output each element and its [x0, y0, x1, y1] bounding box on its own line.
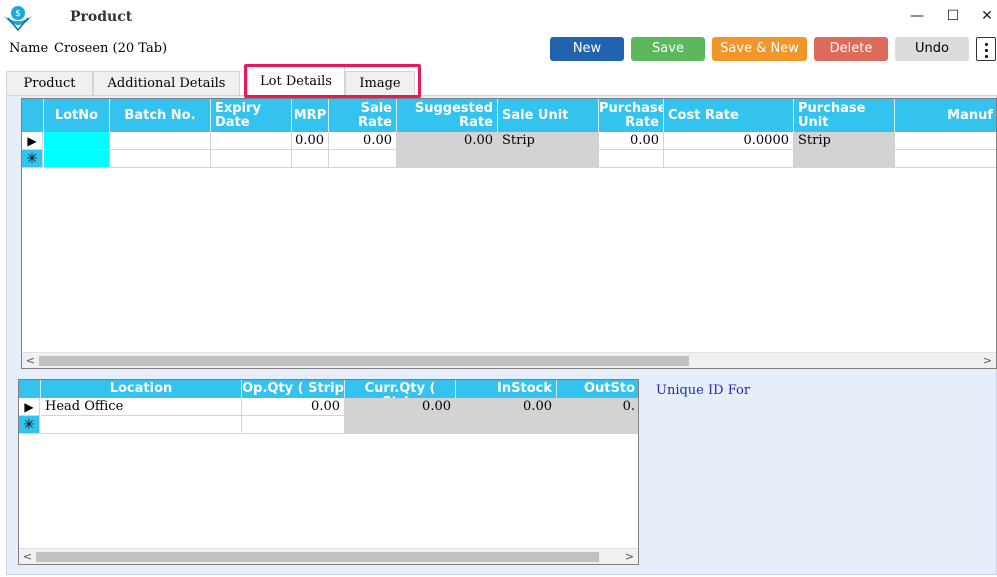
location-stock-grid[interactable]: Location Op.Qty ( Strip Curr.Qty ( Strip… — [18, 379, 639, 565]
row-header-corner — [19, 380, 41, 398]
cell-purchase-rate[interactable]: 0.00 — [599, 132, 664, 150]
new-cell-cost-rate[interactable] — [664, 150, 794, 168]
more-dot-icon — [984, 49, 988, 52]
tab-image[interactable]: Image — [345, 71, 415, 95]
col-expiry-date[interactable]: Expiry Date — [211, 99, 292, 132]
col-curr-qty[interactable]: Curr.Qty ( Strip — [345, 380, 456, 398]
new-cell-mrp[interactable] — [292, 150, 329, 168]
cell-suggested-rate: 0.00 — [397, 132, 498, 150]
col-op-qty[interactable]: Op.Qty ( Strip — [242, 380, 345, 398]
col-sale-unit[interactable]: Sale Unit — [498, 99, 599, 132]
window-title: Product — [70, 9, 133, 25]
new-cell-suggested-rate — [397, 150, 498, 168]
new-button[interactable]: New — [550, 37, 624, 61]
cell-instock: 0.00 — [456, 398, 557, 416]
cell-cost-rate[interactable]: 0.0000 — [664, 132, 794, 150]
new-row-marker-icon[interactable]: ✳ — [19, 416, 40, 434]
col-mrp[interactable]: MRP — [292, 99, 329, 132]
new-cell-purchase-rate[interactable] — [599, 150, 664, 168]
scroll-right-icon[interactable]: > — [979, 353, 996, 368]
col-purchase-unit[interactable]: Purchase Unit — [794, 99, 895, 132]
col-purchase-rate[interactable]: Purchase Rate — [599, 99, 664, 132]
scrollbar-thumb[interactable] — [39, 356, 689, 366]
more-dot-icon — [984, 55, 988, 58]
scroll-left-icon[interactable]: < — [22, 353, 39, 368]
new-cell-op-qty[interactable] — [242, 416, 345, 434]
app-logo-icon: $ — [4, 6, 32, 32]
new-cell-sale-rate[interactable] — [329, 150, 397, 168]
more-dot-icon — [984, 43, 988, 46]
col-batch-no[interactable]: Batch No. — [110, 99, 211, 132]
scrollbar-thumb[interactable] — [36, 552, 599, 562]
current-row-marker-icon[interactable]: ▶ — [22, 132, 43, 150]
col-lotno[interactable]: LotNo — [44, 99, 110, 132]
name-label: Name — [9, 41, 49, 56]
minimize-button[interactable]: — — [907, 6, 927, 26]
new-cell-instock — [456, 416, 557, 434]
cell-sale-rate[interactable]: 0.00 — [329, 132, 397, 150]
cell-purchase-unit: Strip — [794, 132, 895, 150]
maximize-button[interactable]: ☐ — [943, 6, 963, 26]
new-cell-purchase-unit — [794, 150, 895, 168]
undo-button[interactable]: Undo — [895, 37, 969, 61]
col-location[interactable]: Location — [41, 380, 242, 398]
tab-lot-details[interactable]: Lot Details — [247, 66, 345, 96]
cell-batch-no[interactable] — [110, 132, 211, 150]
more-options-button[interactable] — [976, 37, 996, 61]
cell-curr-qty: 0.00 — [345, 398, 456, 416]
cell-expiry-date[interactable] — [211, 132, 292, 150]
col-manuf[interactable]: Manuf — [895, 99, 996, 132]
cell-outstock: 0. — [557, 398, 638, 416]
col-sale-rate[interactable]: Sale Rate — [329, 99, 397, 132]
col-cost-rate[interactable]: Cost Rate — [664, 99, 794, 132]
col-outstock[interactable]: OutSto — [557, 380, 638, 398]
current-row-marker-icon[interactable]: ▶ — [19, 398, 40, 416]
new-cell-location[interactable] — [41, 416, 242, 434]
lot-grid-horizontal-scrollbar[interactable]: < > — [22, 352, 996, 368]
cell-op-qty[interactable]: 0.00 — [242, 398, 345, 416]
scroll-left-icon[interactable]: < — [19, 549, 36, 564]
lot-details-grid[interactable]: LotNo Batch No. Expiry Date MRP Sale Rat… — [21, 98, 997, 369]
scroll-right-icon[interactable]: > — [621, 549, 638, 564]
save-button[interactable]: Save — [631, 37, 705, 61]
unique-id-label: Unique ID For — [656, 383, 751, 398]
new-cell-expiry-date[interactable] — [211, 150, 292, 168]
tab-product[interactable]: Product — [6, 71, 93, 95]
delete-button[interactable]: Delete — [814, 37, 888, 61]
new-cell-curr-qty — [345, 416, 456, 434]
svg-text:$: $ — [15, 9, 21, 19]
tab-additional-details[interactable]: Additional Details — [93, 71, 240, 95]
new-cell-manuf[interactable] — [895, 150, 996, 168]
cell-lotno[interactable] — [44, 132, 110, 150]
new-cell-sale-unit — [498, 150, 599, 168]
new-cell-lotno[interactable] — [44, 150, 110, 168]
new-row-marker-icon[interactable]: ✳ — [22, 150, 43, 168]
cell-location[interactable]: Head Office — [41, 398, 242, 416]
location-grid-horizontal-scrollbar[interactable]: < > — [19, 548, 638, 564]
cell-sale-unit: Strip — [498, 132, 599, 150]
new-cell-outstock — [557, 416, 638, 434]
cell-manuf[interactable] — [895, 132, 996, 150]
close-button[interactable]: ✕ — [977, 6, 997, 26]
new-cell-batch-no[interactable] — [110, 150, 211, 168]
name-value: Croseen (20 Tab) — [54, 41, 168, 56]
cell-mrp[interactable]: 0.00 — [292, 132, 329, 150]
col-suggested-rate[interactable]: Suggested Rate — [397, 99, 498, 132]
save-and-new-button[interactable]: Save & New — [712, 37, 807, 61]
col-instock[interactable]: InStock — [456, 380, 557, 398]
row-header-corner — [22, 99, 44, 132]
